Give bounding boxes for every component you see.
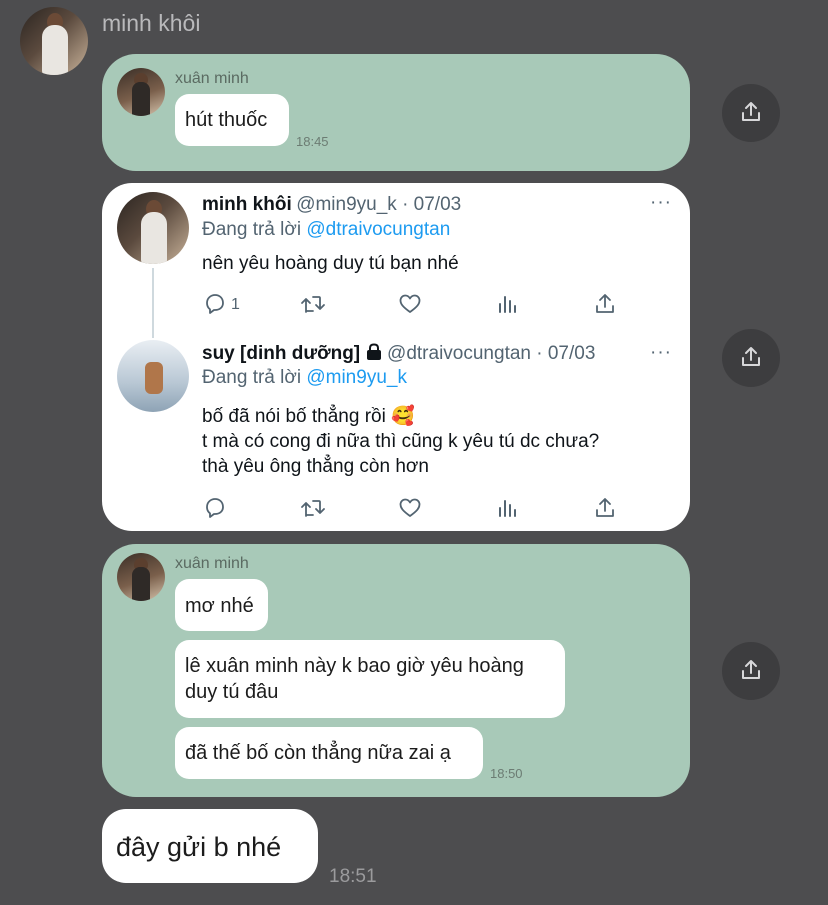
tweet-handle-date[interactable]: @dtraivocungtan · 07/03 [387, 343, 595, 364]
reply-icon [206, 498, 224, 518]
replying-to-handle[interactable]: @min9yu_k [306, 367, 407, 388]
tweet-header: suy [dinh dưỡng] @dtraivocungtan · 07/03 [202, 343, 595, 366]
tweet-share-button[interactable] [593, 292, 617, 316]
quote-text: lê xuân minh này k bao giờ yêu hoàng duy… [185, 655, 524, 703]
tweet-header: minh khôi @min9yu_k · 07/03 [202, 194, 461, 216]
sender-name: minh khôi [102, 10, 201, 36]
replying-to-label: Đang trả lời [202, 219, 307, 240]
tweet-share-icon [596, 294, 614, 313]
tweet-body-line: bố đã nói bố thẳng rồi 🥰 [202, 406, 415, 427]
retweet-icon [301, 296, 325, 313]
quote-time: 18:45 [296, 134, 329, 149]
quote-avatar [117, 553, 165, 601]
views-button[interactable] [497, 496, 519, 520]
tweet-share-button[interactable] [593, 496, 617, 520]
views-button[interactable] [497, 292, 519, 316]
retweet-button[interactable] [300, 496, 326, 520]
reply-button[interactable] [203, 292, 227, 316]
reply-count: 1 [231, 296, 240, 313]
share-button[interactable] [722, 642, 780, 700]
share-icon [742, 347, 760, 366]
reply-icon [206, 294, 224, 314]
lock-icon [365, 343, 383, 366]
tweet-handle-date[interactable]: @min9yu_k · 07/03 [296, 194, 461, 215]
like-button[interactable] [398, 292, 422, 316]
quote-text-bubble: mơ nhé [175, 579, 268, 631]
quote-text-bubble: đã thế bố còn thẳng nữa zai ạ [175, 727, 483, 779]
retweet-icon [301, 500, 325, 517]
quote-text: mơ nhé [185, 595, 254, 617]
views-icon [499, 500, 516, 517]
quote-sender-name: xuân minh [175, 555, 249, 572]
message-text: đây gửi b nhé [116, 832, 282, 862]
replying-to-label: Đang trả lời [202, 367, 307, 388]
reply-button[interactable] [203, 496, 227, 520]
replying-to-handle[interactable]: @dtraivocungtan [306, 219, 450, 240]
share-button[interactable] [722, 329, 780, 387]
like-button[interactable] [398, 496, 422, 520]
tweet-share-icon [596, 498, 614, 517]
more-icon[interactable]: ··· [650, 342, 672, 364]
tweet-body: nên yêu hoàng duy tú bạn nhé [202, 253, 459, 274]
quote-text-bubble: lê xuân minh này k bao giờ yêu hoàng duy… [175, 640, 565, 718]
replying-to: Đang trả lời @min9yu_k [202, 367, 407, 389]
tweet-body-line: thà yêu ông thẳng còn hơn [202, 456, 429, 477]
quote-text: hút thuốc [185, 109, 268, 131]
quote-time: 18:50 [490, 766, 523, 781]
message-time: 18:51 [329, 866, 377, 887]
retweet-button[interactable] [300, 292, 326, 316]
quote-text: đã thế bố còn thẳng nữa zai ạ [185, 742, 451, 764]
share-icon [742, 660, 760, 679]
like-icon [399, 294, 421, 313]
share-button[interactable] [722, 84, 780, 142]
tweet-author-name[interactable]: minh khôi [202, 194, 292, 215]
views-icon [499, 296, 516, 313]
tweet-author-avatar[interactable] [117, 192, 189, 264]
tweet-author-avatar[interactable] [117, 340, 189, 412]
tweet-body-line: t mà có cong đi nữa thì cũng k yêu tú dc… [202, 431, 600, 452]
quote-avatar [117, 68, 165, 116]
share-icon [742, 102, 760, 121]
sender-avatar[interactable] [20, 7, 88, 75]
more-icon[interactable]: ··· [650, 192, 672, 214]
replying-to: Đang trả lời @dtraivocungtan [202, 219, 450, 241]
like-icon [399, 498, 421, 517]
tweet-author-name[interactable]: suy [dinh dưỡng] [202, 343, 360, 364]
quote-text-bubble: hút thuốc [175, 94, 289, 146]
quote-sender-name: xuân minh [175, 70, 249, 87]
thread-line [152, 268, 154, 338]
